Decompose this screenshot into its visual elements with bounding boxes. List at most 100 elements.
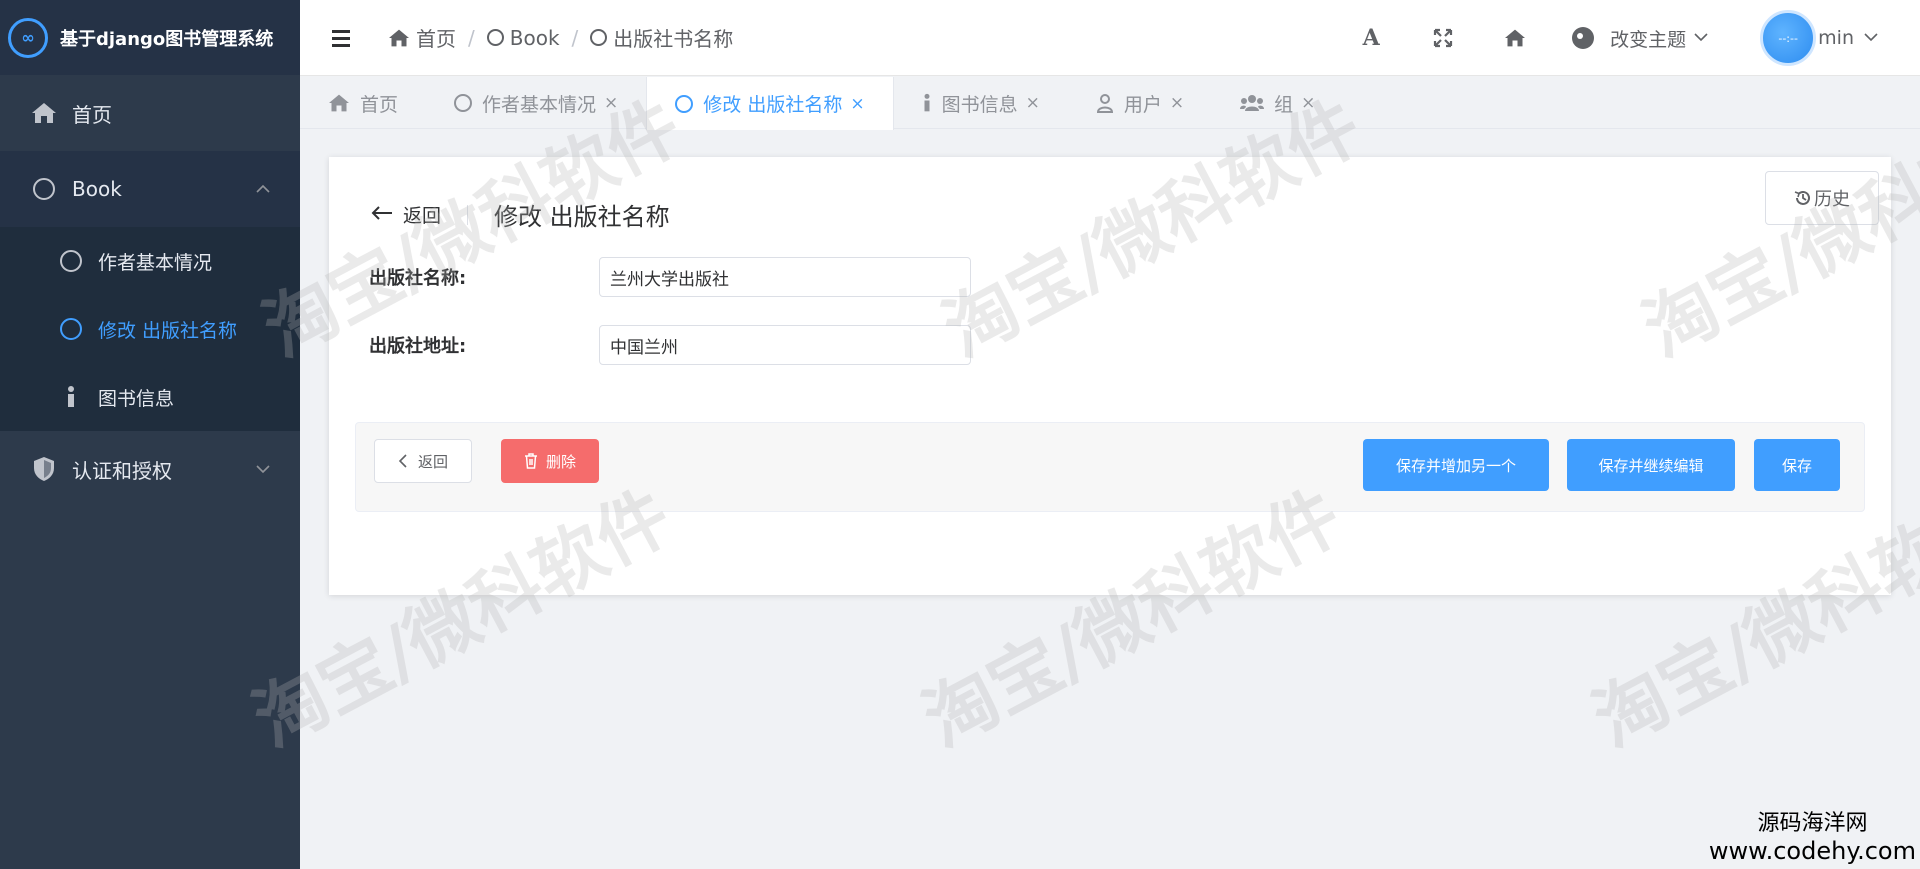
close-icon[interactable]: ×	[1301, 93, 1315, 113]
sidebar-item-label: 认证和授权	[72, 458, 172, 483]
breadcrumb-separator: /	[571, 25, 579, 50]
circle-icon	[590, 29, 608, 46]
brand-title: 基于django图书管理系统	[60, 28, 274, 50]
back-link[interactable]: 返回	[371, 201, 441, 228]
history-icon	[1794, 190, 1810, 205]
breadcrumb: 首页 / Book / 出版社书名称	[388, 23, 733, 52]
font-size-icon[interactable]: A	[1356, 23, 1386, 53]
back-button-label: 返回	[417, 452, 448, 471]
close-icon[interactable]: ×	[850, 94, 864, 114]
sidebar-item-label: 修改 出版社名称	[98, 319, 238, 342]
home-icon	[389, 29, 409, 46]
delete-button-label: 删除	[545, 452, 576, 471]
breadcrumb-current: 出版社书名称	[590, 23, 733, 52]
form-row-name: 出版社名称:	[369, 257, 971, 297]
user-icon	[1096, 93, 1114, 113]
breadcrumb-separator: /	[468, 25, 475, 50]
tab-label: 作者基本情况	[482, 93, 597, 116]
home-icon	[328, 93, 350, 113]
history-label: 历史	[1814, 189, 1850, 210]
tab-label: 组	[1274, 93, 1294, 116]
circle-icon	[58, 316, 84, 342]
sidebar-item-author[interactable]: 作者基本情况	[0, 227, 300, 295]
tab-label: 修改 出版社名称	[703, 94, 843, 116]
chevron-down-icon	[1694, 30, 1708, 46]
circle-icon	[58, 248, 84, 274]
breadcrumb-home[interactable]: 首页	[388, 23, 456, 52]
sidebar-item-publisher[interactable]: 修改 出版社名称	[0, 295, 300, 363]
breadcrumb-label: Book	[509, 25, 560, 50]
save-and-add-button[interactable]: 保存并增加另一个	[1363, 439, 1549, 491]
sidebar-item-bookinfo[interactable]: 图书信息	[0, 363, 300, 431]
close-icon[interactable]: ×	[1170, 93, 1184, 113]
chevron-up-icon	[256, 179, 270, 198]
user-name: min	[1818, 27, 1854, 49]
field-label: 出版社名称:	[369, 268, 467, 289]
site-watermark: 源码海洋网 www.codehy.com	[1709, 805, 1916, 865]
header-tools: A 改变主题 --:-- min	[1356, 0, 1920, 76]
page-title: 修改 出版社名称	[494, 203, 670, 231]
breadcrumb-label: 出版社书名称	[613, 27, 734, 51]
publisher-address-input[interactable]	[599, 325, 971, 365]
tab-bar: 首页 作者基本情况 × 修改 出版社名称 × 图书信息 × 用户 × 组 ×	[300, 77, 1920, 130]
publisher-name-input[interactable]	[599, 257, 971, 297]
book-submenu: 作者基本情况 修改 出版社名称 图书信息	[0, 227, 300, 431]
trash-icon	[524, 453, 537, 469]
save-and-continue-button[interactable]: 保存并继续编辑	[1567, 439, 1735, 491]
tab-label: 首页	[360, 93, 399, 116]
tab-user[interactable]: 用户 ×	[1068, 77, 1212, 129]
home-icon	[30, 99, 58, 127]
history-button[interactable]: 历史	[1765, 171, 1879, 225]
sidebar-item-home[interactable]: 首页	[0, 75, 300, 151]
sidebar-item-label: 作者基本情况	[98, 251, 213, 274]
site-url: www.codehy.com	[1708, 837, 1916, 865]
site-name: 源码海洋网	[1757, 811, 1868, 836]
breadcrumb-label: 首页	[416, 27, 456, 51]
save-button[interactable]: 保存	[1754, 439, 1840, 491]
divider	[467, 204, 469, 225]
delete-button[interactable]: 删除	[501, 439, 599, 483]
form-row-address: 出版社地址:	[369, 325, 971, 365]
home-icon[interactable]	[1500, 23, 1530, 53]
sidebar-item-book[interactable]: Book	[0, 151, 300, 227]
info-icon	[922, 93, 932, 113]
tab-label: 图书信息	[941, 93, 1018, 116]
theme-label: 改变主题	[1610, 28, 1687, 51]
theme-switcher[interactable]: 改变主题	[1572, 25, 1708, 52]
brand[interactable]: ∞ 基于django图书管理系统	[0, 0, 300, 75]
circle-icon	[454, 94, 473, 112]
tab-label: 用户	[1123, 93, 1162, 116]
edit-form-card: 历史 返回 修改 出版社名称 出版社名称: 出版社地址: 返回 删除 保存并增加…	[329, 157, 1891, 595]
chevron-down-icon	[1864, 30, 1878, 46]
sidebar: ∞ 基于django图书管理系统 首页 Book 作者基本情况 修改 出版社名称…	[0, 0, 300, 869]
chevron-down-icon	[256, 459, 270, 478]
circle-icon	[486, 29, 504, 46]
logo-icon: ∞	[8, 17, 48, 58]
tab-home[interactable]: 首页	[300, 77, 426, 129]
tab-author[interactable]: 作者基本情况 ×	[426, 77, 646, 129]
back-label: 返回	[403, 205, 442, 227]
palette-icon	[1572, 27, 1595, 49]
tab-publisher[interactable]: 修改 出版社名称 ×	[646, 77, 894, 130]
user-menu[interactable]: --:-- min	[1760, 10, 1878, 66]
tab-group[interactable]: 组 ×	[1212, 77, 1343, 129]
group-icon	[1240, 94, 1265, 112]
page-header: 返回 修改 出版社名称	[371, 197, 670, 232]
circle-icon	[30, 175, 58, 203]
close-icon[interactable]: ×	[1026, 93, 1040, 113]
avatar: --:--	[1760, 10, 1817, 66]
action-bar: 返回 删除 保存并增加另一个 保存并继续编辑 保存	[355, 422, 1865, 512]
field-label: 出版社地址:	[369, 336, 467, 357]
fullscreen-icon[interactable]	[1428, 23, 1458, 53]
breadcrumb-book[interactable]: Book	[486, 25, 560, 50]
info-icon	[58, 384, 84, 410]
tab-bookinfo[interactable]: 图书信息 ×	[894, 77, 1068, 129]
close-icon[interactable]: ×	[604, 93, 618, 113]
top-header: 首页 / Book / 出版社书名称 A 改变主题 --:-- min	[300, 0, 1920, 76]
back-button[interactable]: 返回	[374, 439, 472, 483]
sidebar-item-label: 首页	[72, 102, 112, 127]
sidebar-item-auth[interactable]: 认证和授权	[0, 431, 300, 507]
circle-icon	[675, 94, 694, 113]
hamburger-icon[interactable]	[332, 29, 352, 47]
shield-icon	[30, 455, 58, 483]
